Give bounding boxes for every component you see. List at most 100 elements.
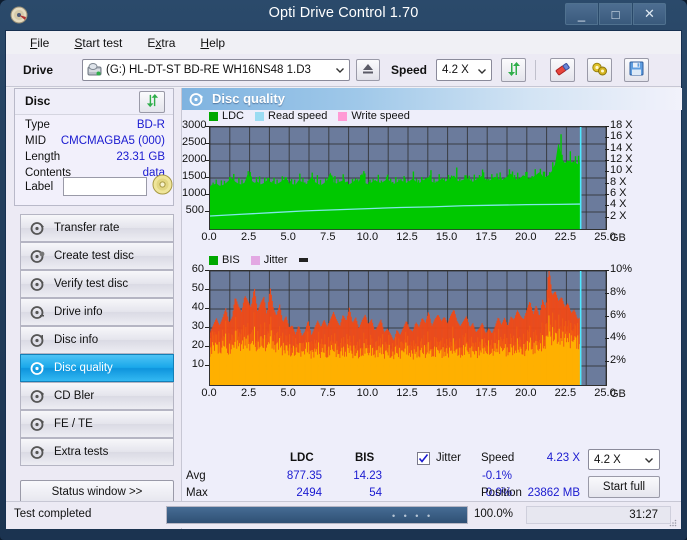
y-tick-label: 10	[191, 358, 204, 370]
y2-tick-mark	[605, 171, 609, 173]
y-tick-mark	[205, 177, 209, 178]
save-button[interactable]	[624, 58, 649, 82]
y-tick-mark	[205, 160, 209, 161]
stats-row-avg-label: Avg	[186, 470, 206, 482]
disc-type-label: Type	[25, 119, 50, 131]
legend-swatch-jitter	[250, 255, 260, 265]
stats-speed-value: 4.23 X	[546, 452, 580, 464]
chevron-down-icon	[335, 65, 345, 75]
disc-icon	[30, 221, 45, 236]
resize-grip[interactable]	[669, 518, 677, 527]
drive-icon	[87, 63, 102, 77]
sidebar-item-cd-bler[interactable]: CD Bler	[20, 382, 174, 410]
x-tick-label: 12.5	[396, 387, 418, 399]
y-tick-label: 50	[191, 282, 204, 294]
sidebar-item-fe-te[interactable]: FE / TE	[20, 410, 174, 438]
disc-length-value: 23.31 GB	[116, 151, 165, 163]
disc-icon	[30, 277, 45, 292]
disc-icon	[30, 445, 45, 460]
disc-icon	[30, 249, 45, 264]
stats-bis-avg: 14.23	[353, 470, 382, 482]
y-tick-mark	[205, 289, 209, 290]
legend-swatch-ldc	[209, 111, 218, 121]
disc-label-label: Label	[25, 181, 54, 193]
elapsed-time-box: 31:27	[526, 506, 671, 524]
y2-tick-label: 8 X	[610, 175, 627, 188]
stats-speed-select[interactable]: 4.2 X	[588, 449, 660, 470]
ldc-plot-svg	[210, 127, 607, 230]
bis-plot-svg	[210, 271, 607, 385]
x-tick-label: 10.0	[356, 387, 379, 399]
speed-label: Speed	[391, 63, 428, 77]
chevron-down-icon	[644, 455, 654, 468]
stats-speed-select-value: 4.2 X	[594, 453, 621, 466]
disc-icon	[30, 417, 45, 432]
legend-label-jitter: Jitter	[263, 254, 288, 266]
elapsed-time: 31:27	[629, 509, 658, 521]
y2-tick-mark	[605, 361, 609, 363]
title-bar: Opti Drive Control 1.70 _ □ ✕	[0, 0, 687, 30]
y2-tick-mark	[605, 315, 609, 317]
x-tick-label: 15.0	[435, 387, 458, 399]
y2-tick-label: 10 X	[610, 164, 633, 177]
disc-icon	[152, 174, 173, 198]
x-tick-label: 5.0	[280, 231, 296, 243]
x-tick-label: 17.5	[475, 387, 497, 399]
menu-file[interactable]: File	[28, 34, 51, 52]
drive-label: Drive	[23, 63, 54, 77]
drive-toolbar: Drive (G:) HL-DT-ST BD-RE WH16NS48 1.D3	[6, 54, 681, 87]
jitter-checkbox[interactable]	[417, 452, 430, 465]
sidebar-item-extra-tests[interactable]: Extra tests	[20, 438, 174, 466]
bis-x-axis-unit: GB	[610, 388, 626, 400]
x-tick-label: 2.5	[240, 387, 257, 399]
disc-mid-label: MID	[25, 135, 47, 147]
x-tick-label: 5.0	[280, 387, 296, 399]
label-input[interactable]	[63, 177, 147, 196]
sidebar-item-disc-quality[interactable]: Disc quality	[20, 354, 174, 382]
drive-value: (G:) HL-DT-ST BD-RE WH16NS48 1.D3	[106, 64, 311, 76]
y2-tick-mark	[605, 292, 609, 294]
y-tick-mark	[205, 143, 209, 144]
x-tick-label: 12.5	[396, 231, 418, 243]
y-tick-mark	[205, 194, 209, 195]
menu-start-test[interactable]: Start test	[72, 34, 124, 52]
disc-icon	[30, 389, 45, 404]
close-icon: ✕	[644, 6, 655, 21]
jitter-label: Jitter	[436, 452, 461, 464]
maximize-button[interactable]: □	[599, 3, 632, 25]
sidebar-item-verify-test-disc[interactable]: Verify test disc	[20, 270, 174, 298]
speed-select[interactable]: 4.2 X	[436, 59, 492, 81]
status-window-button[interactable]: Status window >>	[20, 480, 174, 503]
refresh-button[interactable]	[501, 58, 526, 82]
sidebar-item-drive-info[interactable]: Drive info	[20, 298, 174, 326]
settings-button[interactable]	[587, 58, 612, 82]
x-tick-label: 7.5	[320, 387, 336, 399]
legend-swatch-write-speed	[338, 111, 348, 121]
y2-tick-label: 2%	[610, 354, 626, 367]
progress-bar: • • • •	[166, 506, 468, 524]
y-tick-mark	[205, 126, 209, 127]
eject-button[interactable]	[356, 59, 380, 81]
drive-select[interactable]: (G:) HL-DT-ST BD-RE WH16NS48 1.D3	[82, 59, 350, 81]
disc-refresh-button[interactable]	[139, 91, 165, 113]
close-button[interactable]: ✕	[633, 3, 666, 25]
sidebar-item-transfer-rate[interactable]: Transfer rate	[20, 214, 174, 242]
erase-button[interactable]	[550, 58, 575, 82]
y2-tick-mark	[605, 205, 609, 207]
menu-extra[interactable]: Extra	[145, 34, 177, 52]
y2-tick-mark	[605, 137, 609, 139]
minimize-button[interactable]: _	[565, 3, 598, 25]
start-full-label: Start full	[602, 481, 646, 493]
menu-start-test-label: tart test	[82, 35, 123, 50]
stats-header-bis: BIS	[355, 452, 375, 464]
y-tick-mark	[205, 211, 209, 212]
sidebar-item-create-test-disc[interactable]: Create test disc	[20, 242, 174, 270]
sidebar-item-disc-info[interactable]: Disc info	[20, 326, 174, 354]
start-full-button[interactable]: Start full	[588, 476, 660, 498]
progress-percent: 100.0%	[474, 508, 514, 520]
ldc-chart-legend: LDC Read speed Write speed	[209, 110, 417, 122]
stats-ldc-avg: 877.35	[286, 470, 322, 482]
client-area: File Start test Extra Help Drive (G:) HL…	[5, 30, 682, 529]
menu-help[interactable]: Help	[198, 34, 227, 52]
disc-label-button[interactable]	[151, 174, 173, 198]
